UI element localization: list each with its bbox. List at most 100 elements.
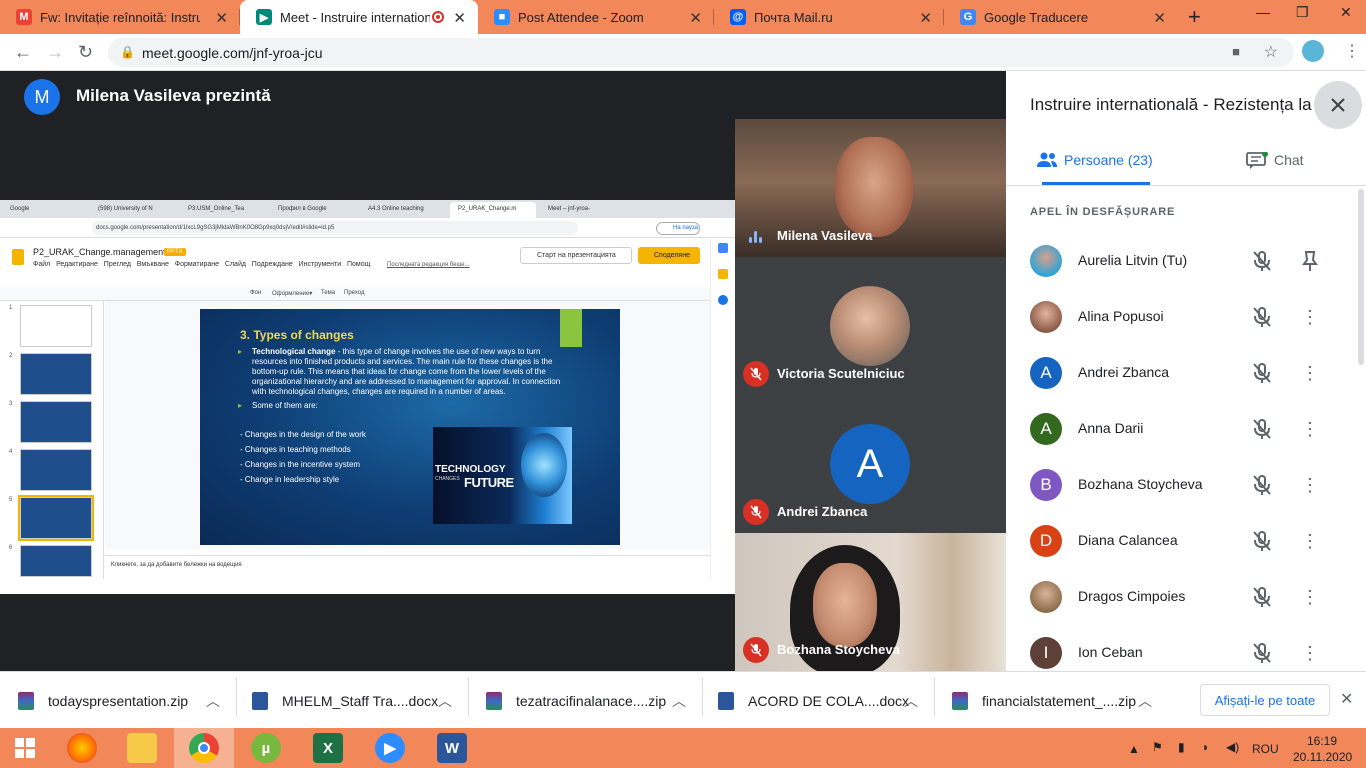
close-tab-icon[interactable]: ✕ — [215, 9, 228, 27]
download-item[interactable]: financialstatement_....zip ︿ — [952, 682, 1162, 720]
chrome-app[interactable] — [174, 728, 234, 768]
network-icon[interactable]: ⚑ — [1152, 740, 1163, 754]
shared-url: docs.google.com/presentation/d/1lxcL9gSG… — [92, 221, 578, 235]
slide-bullet-2: Some of them are: — [238, 401, 568, 411]
close-tab-icon[interactable]: ✕ — [453, 9, 466, 27]
minimize-button[interactable]: — — [1256, 4, 1270, 20]
close-window-button[interactable]: ✕ — [1340, 4, 1352, 21]
mic-off-icon[interactable] — [1250, 641, 1274, 665]
mic-off-icon[interactable] — [1250, 417, 1274, 441]
utorrent-app[interactable]: µ — [236, 728, 296, 768]
slide-list-item: - Changes in teaching methods — [240, 445, 351, 454]
reload-button[interactable]: ↻ — [78, 42, 93, 63]
show-hidden-icons[interactable]: ▲ — [1128, 742, 1140, 756]
mic-off-icon — [743, 637, 769, 663]
slide-canvas: 3. Types of changes Technological change… — [105, 301, 710, 549]
panel-scrollbar[interactable] — [1358, 189, 1364, 365]
download-item[interactable]: todayspresentation.zip ︿ — [18, 682, 220, 720]
chevron-up-icon[interactable]: ︿ — [206, 691, 220, 711]
close-icon — [1331, 98, 1345, 112]
tab-mailru[interactable]: @ Почта Mail.ru ✕ — [714, 0, 944, 34]
participant-row[interactable]: D Diana Calancea ⋮ — [1006, 513, 1358, 569]
more-options-icon[interactable]: ⋮ — [1298, 417, 1322, 441]
audio-icon[interactable]: ◗ — [1202, 740, 1209, 754]
more-options-icon[interactable]: ⋮ — [1298, 473, 1322, 497]
chevron-up-icon[interactable]: ︿ — [672, 691, 686, 711]
chevron-up-icon[interactable]: ︿ — [904, 691, 918, 711]
input-language[interactable]: ROU — [1252, 742, 1279, 756]
close-panel-button[interactable] — [1314, 81, 1362, 129]
new-tab-button[interactable]: + — [1188, 4, 1201, 30]
download-item[interactable]: ACORD DE COLA....docx ︿ — [718, 682, 918, 720]
tab-people[interactable]: Persoane (23) — [1037, 147, 1153, 185]
close-tab-icon[interactable]: ✕ — [919, 9, 932, 27]
mic-off-icon[interactable] — [1250, 473, 1274, 497]
camera-icon[interactable]: ■ — [1232, 44, 1240, 59]
close-tab-icon[interactable]: ✕ — [1153, 9, 1166, 27]
participant-tile: A Andrei Zbanca — [735, 395, 1006, 533]
pptx-badge: PPTX — [164, 248, 186, 256]
mic-off-icon[interactable] — [1250, 249, 1274, 273]
slide-thumbnails: 1 2 3 4 5 6 — [0, 301, 104, 579]
participant-row[interactable]: B Bozhana Stoycheva ⋮ — [1006, 457, 1358, 513]
slides-toolbar: Фон Оформление▾ Тема Преход — [0, 287, 735, 301]
start-button[interactable] — [0, 728, 50, 768]
download-item[interactable]: MHELM_Staff Tra....docx ︿ — [252, 682, 452, 720]
participant-row[interactable]: A Andrei Zbanca ⋮ — [1006, 345, 1358, 401]
close-download-bar-icon[interactable]: ✕ — [1340, 689, 1353, 709]
back-button[interactable]: ← — [14, 42, 32, 63]
utorrent-icon: µ — [251, 733, 281, 763]
participant-row[interactable]: A Anna Darii ⋮ — [1006, 401, 1358, 457]
more-options-icon[interactable]: ⋮ — [1298, 641, 1322, 665]
volume-icon[interactable]: ◀) — [1226, 740, 1239, 754]
tab-meet[interactable]: ▶ Meet - Instruire internationa ✕ — [240, 0, 478, 34]
docx-file-icon — [718, 692, 734, 710]
mic-off-icon[interactable] — [1250, 361, 1274, 385]
excel-app[interactable]: X — [298, 728, 358, 768]
chevron-up-icon[interactable]: ︿ — [438, 691, 452, 711]
firefox-app[interactable] — [52, 728, 112, 768]
url-text[interactable]: meet.google.com/jnf-yroa-jcu — [142, 45, 323, 61]
participant-row[interactable]: Dragos Cimpoies ⋮ — [1006, 569, 1358, 625]
tile-name: Bozhana Stoycheva — [777, 642, 900, 657]
download-item[interactable]: tezatracifinalanace....zip ︿ — [486, 682, 686, 720]
slide-title: 3. Types of changes — [240, 328, 354, 342]
excel-icon: X — [313, 733, 343, 763]
participant-row[interactable]: Alina Popusoi ⋮ — [1006, 289, 1358, 345]
more-options-icon[interactable]: ⋮ — [1298, 585, 1322, 609]
show-all-downloads-button[interactable]: Afișați-le pe toate — [1200, 684, 1330, 716]
mic-off-icon[interactable] — [1250, 305, 1274, 329]
file-explorer-app[interactable] — [112, 728, 172, 768]
tab-zoom[interactable]: ■ Post Attendee - Zoom ✕ — [478, 0, 714, 34]
tab-chat[interactable]: Chat — [1246, 147, 1336, 185]
participant-name: Diana Calancea — [1078, 532, 1178, 548]
pin-icon[interactable] — [1298, 249, 1322, 273]
forward-button[interactable]: → — [46, 42, 64, 63]
mic-off-icon — [743, 361, 769, 387]
participant-name: Dragos Cimpoies — [1078, 588, 1186, 604]
word-app[interactable]: W — [422, 728, 482, 768]
mic-off-icon[interactable] — [1250, 529, 1274, 553]
tab-translate[interactable]: G Google Traducere ✕ — [944, 0, 1178, 34]
more-options-icon[interactable]: ⋮ — [1298, 361, 1322, 385]
mic-off-icon[interactable] — [1250, 585, 1274, 609]
clock-time[interactable]: 16:19 — [1307, 734, 1337, 748]
image-text: FUTURE — [464, 475, 514, 490]
tab-gmail[interactable]: M Fw: Invitație reînnoită: Instruire ✕ — [0, 0, 240, 34]
close-tab-icon[interactable]: ✕ — [689, 9, 702, 27]
clock-date[interactable]: 20.11.2020 — [1293, 750, 1352, 764]
bookmark-star-icon[interactable]: ☆ — [1264, 42, 1278, 62]
more-options-icon[interactable]: ⋮ — [1298, 305, 1322, 329]
battery-icon[interactable]: ▮ — [1178, 740, 1185, 754]
restore-button[interactable]: ❐ — [1296, 4, 1309, 21]
menu-dots-icon[interactable]: ⋮ — [1344, 41, 1360, 61]
participant-avatar: D — [1030, 525, 1062, 557]
profile-avatar[interactable] — [1302, 40, 1324, 62]
more-options-icon[interactable]: ⋮ — [1298, 529, 1322, 553]
participant-tile: Victoria Scutelniciuc — [735, 257, 1006, 395]
chevron-up-icon[interactable]: ︿ — [1138, 691, 1152, 711]
zoom-app[interactable]: ▶ — [360, 728, 420, 768]
slide-thumbnail — [20, 401, 92, 443]
participant-row[interactable]: Aurelia Litvin (Tu) — [1006, 233, 1358, 289]
omnibox[interactable]: 🔒 meet.google.com/jnf-yroa-jcu ■ ☆ — [108, 38, 1294, 67]
